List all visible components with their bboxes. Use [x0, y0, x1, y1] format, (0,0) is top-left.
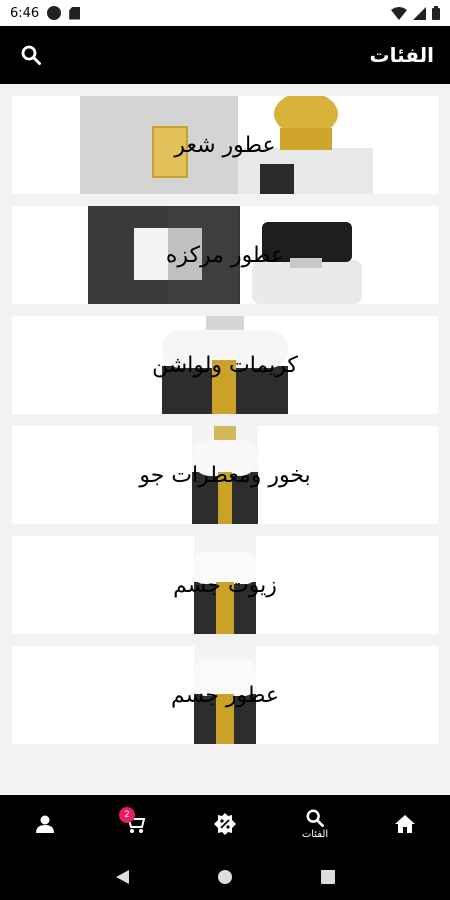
nav-categories-label: الفئات — [301, 828, 329, 840]
wifi-icon — [391, 6, 407, 20]
category-label: عطور جسم — [170, 682, 280, 708]
bottom-nav: 2 الفئات — [0, 795, 450, 853]
battery-icon — [432, 6, 440, 20]
recents-square-icon — [321, 869, 336, 884]
status-bar: 6:46 — [0, 0, 450, 26]
category-list: عطور شعر عطور مركزه كريمات ولواشن بخور و… — [12, 96, 438, 756]
category-card-body-oils[interactable]: زيوت جسم — [12, 536, 438, 634]
nav-categories[interactable]: الفئات — [280, 795, 350, 853]
recents-button[interactable] — [313, 862, 343, 892]
nav-home[interactable] — [370, 795, 440, 853]
signal-icon — [413, 6, 426, 20]
system-nav-bar — [0, 853, 450, 900]
category-label: زيوت جسم — [173, 572, 277, 598]
category-card-body-perfumes[interactable]: عطور جسم — [12, 646, 438, 744]
nav-cart[interactable]: 2 — [100, 795, 170, 853]
category-label: عطور مركزه — [165, 242, 285, 268]
cart-count-badge: 2 — [119, 807, 135, 823]
category-card-hair-perfume[interactable]: عطور شعر — [12, 96, 438, 194]
back-triangle-icon — [115, 869, 129, 884]
category-card-incense-fresheners[interactable]: بخور ومعطرات جو — [12, 426, 438, 524]
search-icon — [306, 809, 324, 827]
status-right — [391, 6, 440, 20]
nav-offers[interactable] — [190, 795, 260, 853]
home-circle-icon — [217, 869, 232, 884]
status-left: 6:46 — [10, 5, 81, 21]
home-system-button[interactable] — [210, 862, 240, 892]
sd-card-icon — [69, 6, 81, 20]
category-label: عطور شعر — [174, 132, 276, 158]
category-label: كريمات ولواشن — [152, 352, 298, 378]
category-card-concentrated-perfume[interactable]: عطور مركزه — [12, 206, 438, 304]
person-icon — [36, 815, 54, 833]
app-bar: الفئات — [0, 26, 450, 84]
nav-account[interactable] — [10, 795, 80, 853]
category-label: بخور ومعطرات جو — [139, 462, 311, 488]
search-icon — [21, 45, 41, 65]
back-button[interactable] — [107, 862, 137, 892]
search-button[interactable] — [16, 40, 46, 70]
page-title: الفئات — [369, 43, 434, 67]
status-time: 6:46 — [10, 5, 40, 21]
status-app-icon — [47, 6, 62, 20]
home-icon — [395, 815, 415, 833]
offers-badge-icon — [214, 813, 236, 835]
category-card-creams-lotions[interactable]: كريمات ولواشن — [12, 316, 438, 414]
